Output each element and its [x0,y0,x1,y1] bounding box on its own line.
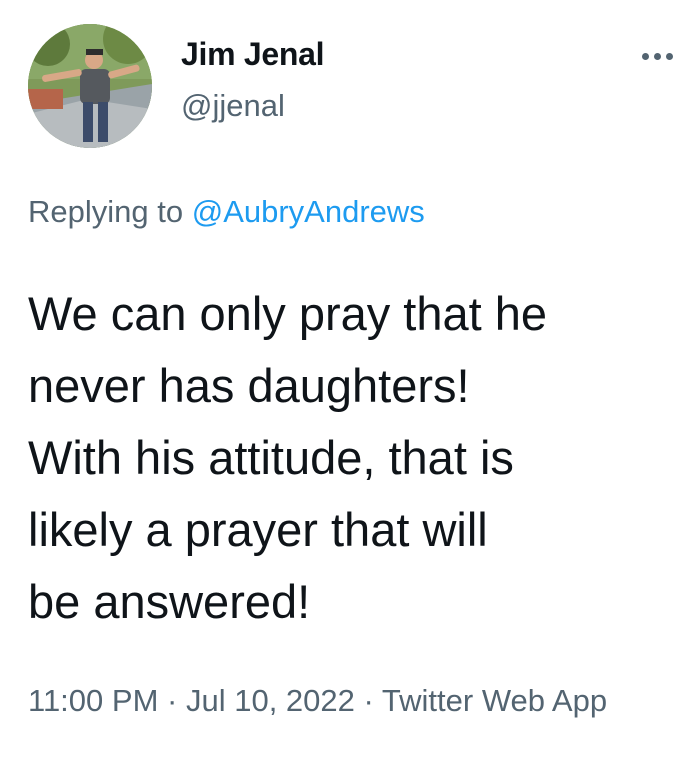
avatar-photo [28,24,152,148]
tweet-text-line: With his attitude, that is [28,431,514,484]
more-horizontal-icon[interactable] [632,44,682,68]
tweet-text-line: likely a prayer that will [28,503,488,556]
replying-to-label: Replying to [28,194,184,229]
more-dot [641,52,649,60]
tweet-source-link[interactable]: Twitter Web App [382,683,607,718]
author-handle[interactable]: @jjenal [181,88,285,124]
avatar[interactable] [28,24,152,148]
tweet-time-link[interactable]: 11:00 PM [28,683,158,718]
meta-separator: · [167,683,178,718]
tweet-text-line: We can only pray that he [28,287,548,340]
tweet-text-line: be answered! [28,575,311,628]
tweet-card: Jim Jenal @jjenal Replying to @AubryAndr… [0,0,700,775]
author-display-name[interactable]: Jim Jenal [181,36,324,73]
more-dot [665,52,673,60]
tweet-source-part: Web App [481,683,608,718]
more-dot [653,52,661,60]
tweet-text: We can only pray that he never has daugh… [28,278,688,638]
tweet-source-part: Twitter [381,683,474,718]
replying-to: Replying to @AubryAndrews [28,194,425,230]
tweet-metadata: 11:00 PM · Jul 10, 2022 · Twitter Web Ap… [28,676,668,726]
tweet-date-link[interactable]: Jul 10, 2022 [186,683,355,718]
tweet-text-line: never has daughters! [28,359,470,412]
meta-separator: · [363,683,374,718]
reply-mention-link[interactable]: @AubryAndrews [192,194,425,229]
